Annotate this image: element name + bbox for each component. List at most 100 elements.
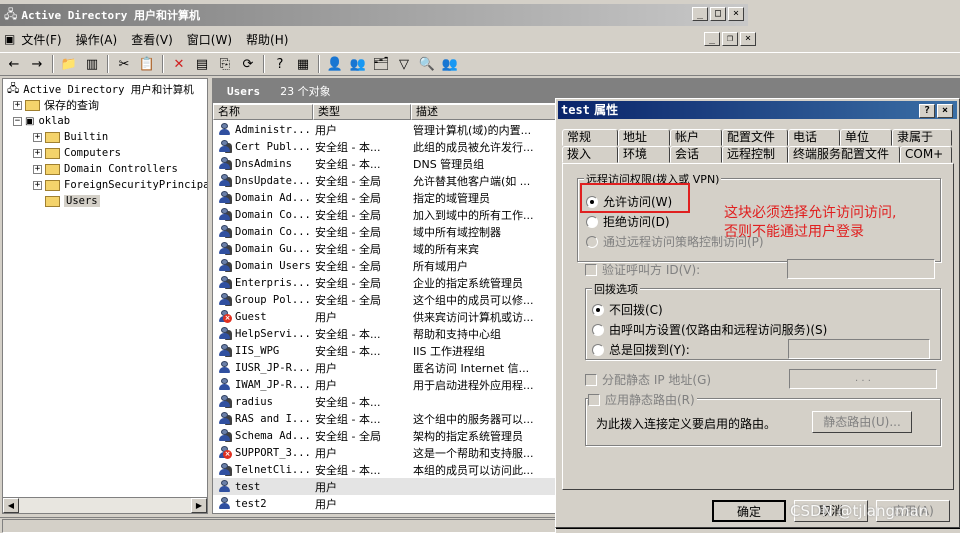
caller-id-field[interactable] (787, 259, 935, 279)
folder-icon (45, 195, 60, 207)
expand-icon[interactable]: + (33, 164, 42, 174)
item-type: 安全组 - 全局 (315, 293, 381, 307)
tab-dial-in[interactable]: 拨入 (562, 146, 618, 163)
new-group-icon[interactable]: 👥 (348, 54, 368, 74)
refresh-icon[interactable]: ⟳ (238, 54, 258, 74)
tab-com-plus[interactable]: COM+ (900, 146, 952, 163)
tree-item-foreign-security[interactable]: + ForeignSecurityPrincipa (33, 177, 207, 193)
filter-icon[interactable]: ▽ (394, 54, 414, 74)
cut-icon[interactable]: ✂ (114, 54, 134, 74)
item-name: test2 (235, 497, 267, 510)
menu-help[interactable]: 帮助(H) (246, 31, 288, 48)
console-icon[interactable]: ▣ (4, 32, 15, 46)
callback-number-field[interactable] (788, 339, 930, 359)
collapse-icon[interactable]: − (13, 116, 22, 126)
item-type: 安全组 - 本... (315, 344, 381, 358)
tab-account[interactable]: 帐户 (670, 129, 722, 146)
column-name[interactable]: 名称 (213, 104, 313, 120)
tree-item-users[interactable]: Users (45, 193, 100, 209)
dialog-help-button[interactable]: ? (919, 104, 935, 118)
dialog-close-button[interactable]: × (937, 104, 953, 118)
scroll-right-icon[interactable]: ▶ (191, 498, 207, 513)
item-name: Cert Publ... (235, 140, 311, 153)
group-icon (218, 429, 232, 442)
always-callback-radio[interactable]: 总是回拨到(Y): (592, 341, 690, 358)
find-icon[interactable]: 🔍 (417, 54, 437, 74)
minimize-button[interactable]: _ (692, 7, 708, 21)
tree-item-computers[interactable]: + Computers (33, 145, 121, 161)
item-description: 所有域用户 (413, 259, 468, 273)
tab-remote-control[interactable]: 远程控制 (722, 146, 788, 163)
child-close-button[interactable]: × (740, 32, 756, 46)
window-titlebar[interactable]: 🖧 Active Directory 用户和计算机 _ □ × (0, 4, 748, 26)
expand-icon[interactable]: + (33, 148, 42, 158)
watermark: CSDN @tjlangman (790, 502, 929, 520)
item-type: 安全组 - 全局 (315, 208, 381, 222)
item-name: DnsAdmins (235, 157, 292, 170)
tab-sessions[interactable]: 会话 (670, 146, 722, 163)
tab-general[interactable]: 常规 (562, 129, 618, 146)
show-tree-icon[interactable]: ▥ (82, 54, 102, 74)
tab-address[interactable]: 地址 (618, 129, 670, 146)
maximize-button[interactable]: □ (710, 7, 726, 21)
back-icon[interactable]: ← (4, 54, 24, 74)
group-icon (218, 276, 232, 289)
user-icon (218, 497, 232, 510)
tree-horizontal-scrollbar[interactable]: ◀ ▶ (2, 497, 208, 514)
item-description: 帮助和支持中心组 (413, 327, 501, 341)
help-icon[interactable]: ? (270, 54, 290, 74)
tab-terminal-services[interactable]: 终端服务配置文件 (788, 146, 900, 163)
static-ip-field[interactable]: . . . (789, 369, 937, 389)
new-ou-icon[interactable]: 🗂 (371, 54, 391, 74)
new-user-icon[interactable]: 👤 (325, 54, 345, 74)
tree-root[interactable]: 🖧 Active Directory 用户和计算机 (7, 81, 194, 97)
menu-window[interactable]: 窗口(W) (187, 31, 232, 48)
callback-group: 回拨选项 不回拨(C) 由呼叫方设置(仅路由和远程访问服务)(S) 总是回拨到(… (585, 281, 941, 360)
close-button[interactable]: × (728, 7, 744, 21)
forward-icon[interactable]: → (27, 54, 47, 74)
static-routes-checkbox[interactable]: 应用静态路由(R) (588, 391, 697, 408)
tree-item-saved-queries[interactable]: + 保存的查询 (13, 97, 99, 113)
properties-icon[interactable]: ▤ (192, 54, 212, 74)
tree-item-builtin[interactable]: + Builtin (33, 129, 108, 145)
expand-icon[interactable]: + (33, 132, 42, 142)
expand-icon[interactable]: + (33, 180, 42, 190)
app-icon: 🖧 (4, 6, 18, 21)
paste-icon[interactable]: 📋 (137, 54, 157, 74)
menu-file[interactable]: 文件(F) (21, 31, 61, 48)
tab-organization[interactable]: 单位 (840, 129, 892, 146)
tab-member-of[interactable]: 隶属于 (892, 129, 952, 146)
child-restore-button[interactable]: ❐ (722, 32, 738, 46)
up-folder-icon[interactable]: 📁 (59, 54, 79, 74)
item-description: 本组的成员可以访问此... (413, 463, 534, 477)
static-ip-checkbox[interactable]: 分配静态 IP 地址(G) (585, 371, 711, 388)
scroll-left-icon[interactable]: ◀ (3, 498, 19, 513)
add-to-group-icon[interactable]: 👥 (440, 54, 460, 74)
copy-icon[interactable]: ⎘ (215, 54, 235, 74)
expand-icon[interactable]: + (13, 100, 22, 110)
deny-access-radio[interactable]: 拒绝访问(D) (586, 213, 670, 230)
tree-item-domain-controllers[interactable]: + Domain Controllers (33, 161, 178, 177)
export-icon[interactable]: ▦ (293, 54, 313, 74)
menu-view[interactable]: 查看(V) (131, 31, 173, 48)
column-type[interactable]: 类型 (313, 104, 411, 120)
tab-environment[interactable]: 环境 (618, 146, 670, 163)
ok-button[interactable]: 确定 (712, 500, 786, 522)
tree-item-domain[interactable]: − ▣ oklab (13, 113, 70, 129)
group-icon (218, 191, 232, 204)
item-type: 安全组 - 全局 (315, 174, 381, 188)
dialog-titlebar[interactable]: test 属性 ? × (558, 101, 957, 119)
no-callback-radio[interactable]: 不回拨(C) (592, 301, 663, 318)
tab-telephones[interactable]: 电话 (788, 129, 840, 146)
item-name: radius (235, 395, 273, 408)
verify-caller-checkbox[interactable]: 验证呼叫方 ID(V): (585, 261, 700, 278)
tab-profile[interactable]: 配置文件 (722, 129, 788, 146)
caller-set-radio[interactable]: 由呼叫方设置(仅路由和远程访问服务)(S) (592, 321, 827, 338)
child-minimize-button[interactable]: _ (704, 32, 720, 46)
static-routes-button[interactable]: 静态路由(U)... (812, 411, 912, 433)
menu-action[interactable]: 操作(A) (76, 31, 118, 48)
group-icon (218, 157, 232, 170)
item-description: 这是一个帮助和支持服... (413, 446, 534, 460)
delete-icon[interactable]: ✕ (169, 54, 189, 74)
menu-bar: ▣ 文件(F) 操作(A) 查看(V) 窗口(W) 帮助(H) (0, 28, 748, 50)
